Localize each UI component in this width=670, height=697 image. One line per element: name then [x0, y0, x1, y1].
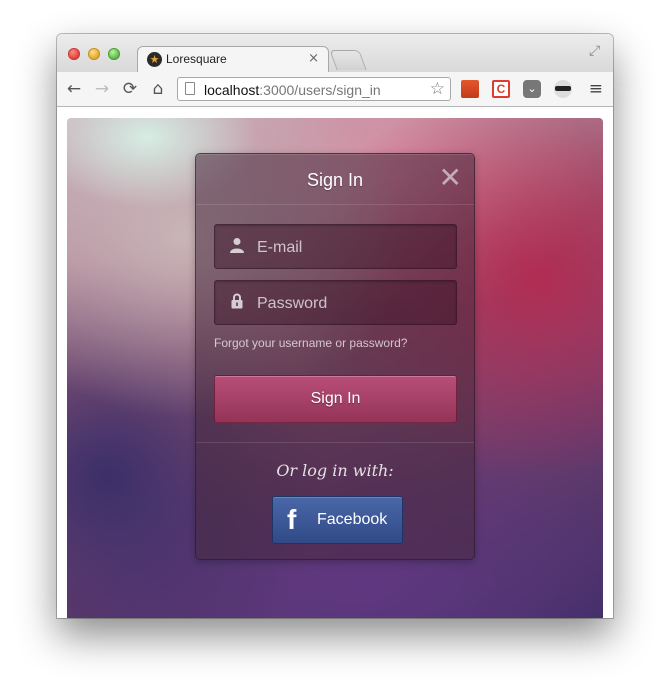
minimize-window-button[interactable]: [88, 48, 100, 60]
url-text[interactable]: localhost:3000/users/sign_in: [204, 82, 381, 98]
page-icon: [185, 82, 195, 95]
close-icon[interactable]: ✕: [439, 164, 462, 192]
user-icon: [230, 237, 244, 255]
sign-in-button[interactable]: Sign In: [214, 375, 457, 423]
tab-title: Loresquare: [166, 52, 227, 66]
address-bar[interactable]: localhost:3000/users/sign_in ☆: [177, 77, 451, 101]
reload-icon[interactable]: ⟳: [120, 79, 140, 99]
c-ext-icon[interactable]: C: [492, 80, 510, 98]
pocket-ext-icon[interactable]: ⌄: [523, 80, 541, 98]
email-field[interactable]: [214, 224, 457, 270]
bookmark-star-icon[interactable]: ☆: [430, 79, 445, 99]
tab-close-icon[interactable]: ×: [308, 51, 319, 66]
back-icon[interactable]: ←: [64, 79, 84, 99]
email-input[interactable]: [255, 225, 454, 270]
loresquare-favicon-icon: ★: [147, 52, 162, 67]
lock-icon: [230, 293, 244, 311]
close-window-button[interactable]: [68, 48, 80, 60]
browser-window: ★ Loresquare × ⤢ ← → ⟳ ⌂ localhost:3000/…: [57, 34, 613, 618]
forward-icon[interactable]: →: [92, 79, 112, 99]
facebook-label: Facebook: [317, 511, 388, 528]
password-input[interactable]: [255, 281, 454, 326]
facebook-login-button[interactable]: f Facebook: [272, 496, 403, 544]
home-icon[interactable]: ⌂: [148, 79, 168, 99]
menu-icon[interactable]: ≡: [589, 80, 603, 98]
alt-login-label: Or log in with:: [276, 461, 394, 480]
new-tab-button[interactable]: [329, 50, 367, 70]
browser-tab[interactable]: ★ Loresquare ×: [137, 46, 329, 72]
url-path: :3000/users/sign_in: [259, 82, 381, 98]
divider: [196, 442, 474, 443]
sign-in-modal: Sign In ✕ Forgot your username or passwo…: [195, 153, 475, 560]
fullscreen-icon[interactable]: ⤢: [589, 44, 603, 58]
forgot-password-link[interactable]: Forgot your username or password?: [214, 336, 407, 350]
title-bar: ★ Loresquare × ⤢: [57, 34, 613, 72]
modal-header: Sign In ✕: [196, 154, 474, 205]
facebook-icon: f: [287, 504, 297, 535]
bookmark-ext-icon[interactable]: [461, 80, 479, 98]
browser-toolbar: ← → ⟳ ⌂ localhost:3000/users/sign_in ☆ C…: [57, 72, 613, 107]
zoom-window-button[interactable]: [108, 48, 120, 60]
modal-title: Sign In: [306, 170, 364, 190]
mask-ext-icon[interactable]: [554, 80, 572, 98]
page-viewport: Sign In ✕ Forgot your username or passwo…: [67, 118, 603, 618]
password-field[interactable]: [214, 280, 457, 326]
url-host: localhost: [204, 82, 260, 98]
